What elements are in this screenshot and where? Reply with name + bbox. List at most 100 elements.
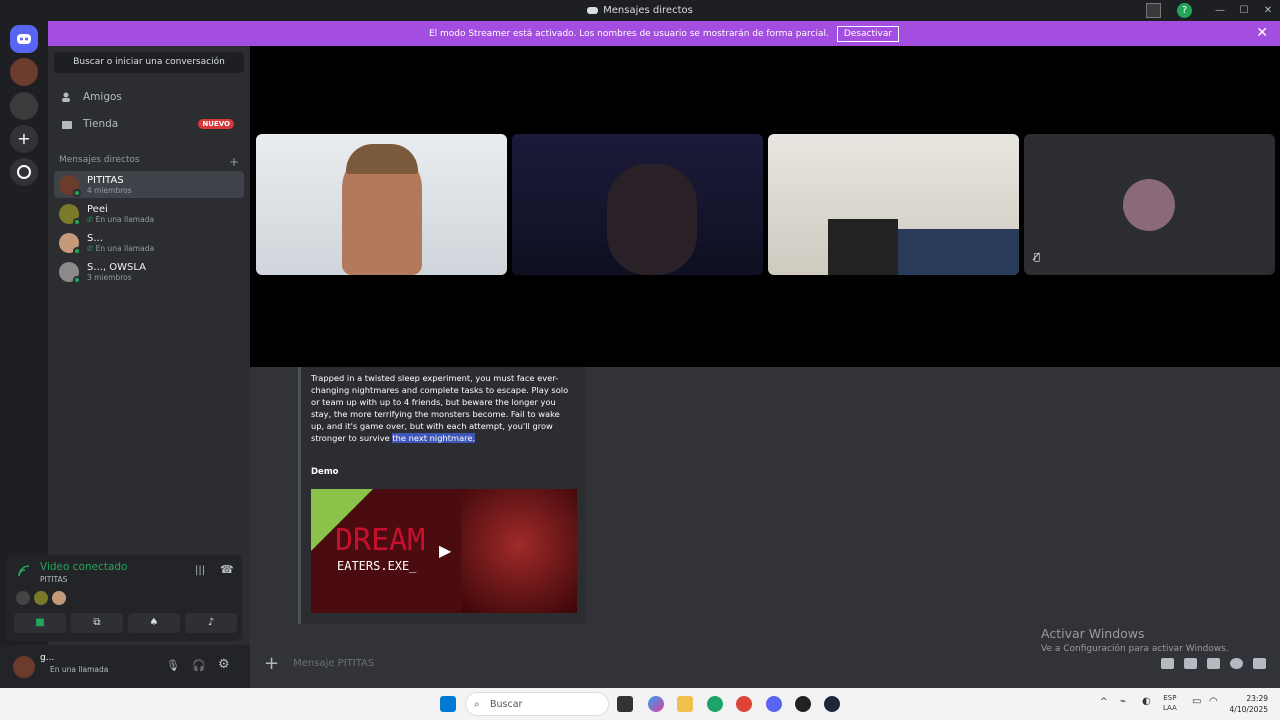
start-windows-icon[interactable]: [440, 696, 456, 712]
embed-description: Trapped in a twisted sleep experiment, y…: [311, 372, 575, 444]
tray-app-icon[interactable]: ◐: [1142, 696, 1151, 707]
video-tile[interactable]: 🎙̸: [1024, 134, 1275, 275]
user-panel: g... En una llamada 🎙 🎧 ⚙: [0, 645, 250, 688]
create-dm-icon[interactable]: +: [229, 155, 239, 169]
windows-taskbar: ⌕ Buscar ^ ⌁ ◐ ESP LAA ▭ ◠ 23:29 4/10/20…: [0, 688, 1280, 720]
watermark-title: Activar Windows: [1041, 626, 1145, 641]
dm-name: PITITAS: [87, 174, 124, 186]
participant-avatar[interactable]: [52, 591, 66, 605]
main-content: 🎙̸ Trapped in a twisted sleep experiment…: [250, 46, 1280, 688]
dm-sub-text: En una llamada: [95, 214, 155, 224]
dm-item[interactable]: S... ✆ En una llamada: [54, 229, 244, 256]
search-conversation-button[interactable]: Buscar o iniciar una conversación: [54, 52, 244, 73]
apps-icon[interactable]: [1253, 657, 1266, 669]
sidebar-item-friends[interactable]: Amigos: [54, 84, 244, 110]
avatar: [59, 174, 81, 197]
dm-name: S..., OWSLA: [87, 261, 146, 273]
message-input[interactable]: Mensaje PITITAS: [293, 658, 374, 669]
file-explorer-icon[interactable]: [677, 696, 693, 712]
windows-activation-watermark: Activar Windows Ve a Configuración para …: [1041, 626, 1229, 654]
discover-icon[interactable]: [10, 158, 38, 186]
avatar[interactable]: [13, 656, 35, 678]
discord-small-icon: [587, 7, 599, 14]
dm-item[interactable]: PITITAS 4 miembros: [54, 171, 244, 198]
voice-connection-panel: Video conectado PITITAS ||| ☎ ■ ⧉ ♠ ♪: [6, 555, 242, 641]
user-status: En una llamada: [50, 665, 109, 674]
video-stage: 🎙̸: [250, 46, 1280, 367]
dm-item[interactable]: S..., OWSLA 3 miembros: [54, 258, 244, 285]
language-indicator[interactable]: ESP LAA: [1163, 693, 1177, 713]
video-tile[interactable]: [256, 134, 507, 275]
embed-demo-label: Demo: [311, 467, 339, 477]
disconnect-icon[interactable]: ☎: [220, 563, 234, 576]
soundboard-button[interactable]: ♪: [185, 613, 237, 633]
dm-sub: ✆ En una llamada: [87, 215, 154, 224]
attach-plus-icon[interactable]: +: [264, 653, 279, 674]
new-badge: NUEVO: [198, 119, 234, 129]
clock[interactable]: 23:29 4/10/2025: [1226, 693, 1268, 715]
clock-date: 4/10/2025: [1229, 705, 1268, 714]
camera-button[interactable]: ■: [14, 613, 66, 633]
app-icon[interactable]: [795, 696, 811, 712]
banner-text: El modo Streamer está activado. Los nomb…: [428, 28, 829, 39]
activity-button[interactable]: ♠: [128, 613, 180, 633]
friends-icon: [62, 92, 70, 102]
participant-avatar[interactable]: [34, 591, 48, 605]
network-icon[interactable]: ⌁: [1120, 696, 1126, 707]
avatar: [59, 232, 81, 255]
sticker-icon[interactable]: [1207, 657, 1220, 669]
server-icon-2[interactable]: [10, 92, 38, 120]
sidebar-item-shop[interactable]: Tienda NUEVO: [54, 111, 244, 137]
settings-gear-icon[interactable]: ⚙: [218, 657, 230, 672]
video-thumbnail[interactable]: DREAM EATERS.EXE_ ▶: [311, 489, 577, 613]
voice-channel: PITITAS: [40, 575, 68, 584]
voice-status: Video conectado: [40, 561, 128, 573]
monster-art: [461, 489, 577, 613]
display-icon[interactable]: ▭: [1192, 696, 1201, 707]
minimize-button[interactable]: —: [1208, 5, 1232, 16]
disable-streamer-button[interactable]: Desactivar: [836, 25, 900, 42]
thumbnail-title: DREAM: [335, 523, 426, 558]
wifi-icon[interactable]: ◠: [1209, 696, 1218, 707]
maximize-button[interactable]: ☐: [1232, 5, 1256, 16]
steam-icon[interactable]: [824, 696, 840, 712]
chrome-icon[interactable]: [736, 696, 752, 712]
emoji-icon[interactable]: [1230, 657, 1243, 669]
microphone-icon[interactable]: 🎙: [166, 659, 180, 672]
dm-sub: 3 miembros: [87, 272, 132, 282]
edge-icon[interactable]: [707, 696, 723, 712]
avatar: [59, 261, 81, 284]
play-icon[interactable]: ▶: [439, 541, 451, 560]
direct-messages-home-icon[interactable]: [10, 25, 38, 53]
headphones-icon[interactable]: 🎧: [192, 659, 206, 672]
server-icon-1[interactable]: [10, 58, 38, 86]
participant-avatar[interactable]: [16, 591, 30, 605]
help-icon[interactable]: ?: [1177, 3, 1192, 18]
dm-sub: ✆ En una llamada: [87, 244, 154, 253]
noise-suppression-icon[interactable]: |||: [195, 565, 205, 576]
dm-sub: 4 miembros: [87, 185, 132, 195]
dm-item[interactable]: Peei ✆ En una llamada: [54, 200, 244, 227]
copilot-icon[interactable]: [648, 696, 664, 712]
watermark-subtitle: Ve a Configuración para activar Windows.: [1041, 644, 1229, 654]
video-tile[interactable]: [512, 134, 763, 275]
add-server-icon[interactable]: +: [10, 125, 38, 153]
avatar: [59, 203, 81, 226]
chevron-up-icon[interactable]: ^: [1100, 697, 1108, 707]
gif-icon[interactable]: [1184, 657, 1197, 669]
taskbar-search[interactable]: ⌕ Buscar: [465, 692, 609, 716]
game-embed: Trapped in a twisted sleep experiment, y…: [298, 367, 586, 624]
gift-icon[interactable]: [1161, 657, 1174, 669]
screen-share-button[interactable]: ⧉: [71, 613, 123, 633]
signal-icon: [18, 565, 30, 577]
discord-taskbar-icon[interactable]: [766, 696, 782, 712]
inbox-icon[interactable]: [1146, 3, 1161, 18]
close-window-button[interactable]: ✕: [1256, 5, 1280, 16]
banner-close-icon[interactable]: ✕: [1256, 25, 1268, 41]
task-view-icon[interactable]: [617, 696, 633, 712]
taskbar-search-label: Buscar: [490, 699, 523, 710]
video-tile[interactable]: [768, 134, 1019, 275]
search-icon: ⌕: [474, 699, 480, 710]
dm-header-label: Mensajes directos: [59, 155, 140, 165]
window-title: Mensajes directos: [587, 5, 693, 16]
